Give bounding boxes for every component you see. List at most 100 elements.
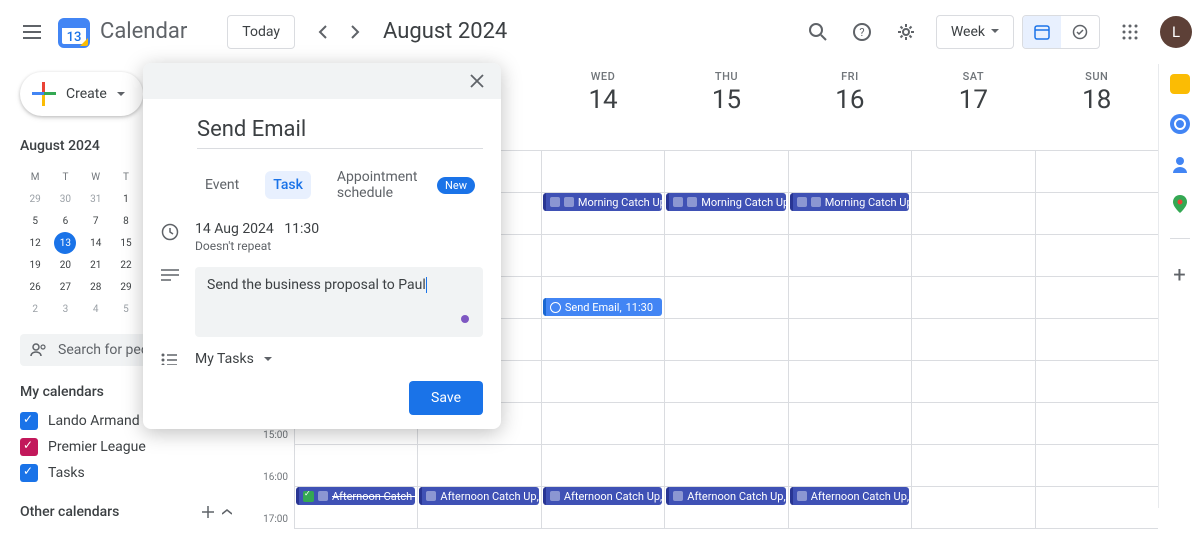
mini-day[interactable]: 27 bbox=[54, 276, 76, 298]
other-calendars-toggle[interactable]: Other calendars bbox=[20, 504, 232, 520]
mini-day[interactable]: 15 bbox=[115, 232, 137, 254]
mini-day[interactable]: 3 bbox=[54, 298, 76, 320]
tab-task[interactable]: Task bbox=[265, 171, 311, 199]
recurring-icon bbox=[811, 197, 821, 207]
prev-week-button[interactable] bbox=[307, 16, 339, 48]
account-avatar[interactable]: L bbox=[1160, 16, 1192, 48]
day-header[interactable]: SUN18 bbox=[1035, 64, 1158, 150]
mini-day[interactable]: 12 bbox=[24, 232, 46, 254]
mini-day[interactable]: 21 bbox=[85, 254, 107, 276]
day-header[interactable]: FRI16 bbox=[788, 64, 911, 150]
calendar-checkbox[interactable] bbox=[20, 412, 38, 430]
calendar-checkbox[interactable] bbox=[20, 464, 38, 482]
event-afternoon-catchup[interactable]: Afternoon Catch Up, 16 bbox=[790, 487, 909, 505]
mini-day[interactable]: 31 bbox=[85, 188, 107, 210]
addons-button[interactable]: + bbox=[1173, 263, 1185, 288]
mini-day[interactable]: 19 bbox=[24, 254, 46, 276]
keep-icon[interactable] bbox=[1170, 74, 1190, 94]
task-list-label: My Tasks bbox=[195, 351, 254, 367]
day-number: 15 bbox=[665, 85, 787, 115]
description-icon bbox=[161, 269, 181, 281]
mini-day[interactable]: 1 bbox=[115, 188, 137, 210]
day-column[interactable] bbox=[1035, 151, 1158, 529]
clock-icon bbox=[161, 223, 181, 241]
event-morning-catchup[interactable]: Morning Catch Up, 09 bbox=[543, 193, 662, 211]
view-label: Week bbox=[951, 24, 985, 40]
calendar-item[interactable]: Premier League bbox=[20, 434, 232, 460]
mini-day[interactable]: 5 bbox=[24, 210, 46, 232]
next-week-button[interactable] bbox=[339, 16, 371, 48]
event-afternoon-catchup[interactable]: Afternoon Catch Up, 16 bbox=[666, 487, 785, 505]
event-afternoon-catchup[interactable]: Afternoon Catch Up, 16 bbox=[543, 487, 662, 505]
tasks-panel-icon[interactable] bbox=[1170, 114, 1190, 134]
task-description-input[interactable]: Send the business proposal to Paul bbox=[195, 267, 483, 337]
day-header[interactable]: WED14 bbox=[541, 64, 664, 150]
mini-day[interactable]: 13 bbox=[54, 232, 76, 254]
today-button[interactable]: Today bbox=[227, 15, 295, 49]
mini-dow: T bbox=[111, 166, 141, 188]
event-label: Morning Catch Up, 09 bbox=[578, 196, 662, 209]
calendar-name: Premier League bbox=[48, 439, 146, 455]
datetime-field[interactable]: 14 Aug 2024 11:30 Doesn't repeat bbox=[195, 221, 319, 253]
event-label: Send Email, bbox=[565, 301, 622, 314]
task-title-input[interactable] bbox=[197, 113, 483, 149]
app-logo: 13 Calendar bbox=[56, 14, 187, 50]
search-button[interactable] bbox=[798, 12, 838, 52]
support-button[interactable]: ? bbox=[842, 12, 882, 52]
mini-day[interactable]: 29 bbox=[24, 188, 46, 210]
time-label: 17:00 bbox=[248, 514, 294, 556]
mini-day[interactable]: 7 bbox=[85, 210, 107, 232]
mini-day[interactable]: 6 bbox=[54, 210, 76, 232]
contacts-icon[interactable] bbox=[1170, 154, 1190, 174]
apps-button[interactable] bbox=[1110, 12, 1150, 52]
mini-dow: W bbox=[81, 166, 111, 188]
calendar-item[interactable]: Tasks bbox=[20, 460, 232, 486]
mini-day[interactable]: 28 bbox=[85, 276, 107, 298]
day-column[interactable]: Morning Catch Up, 09 Afternoon Catch Up, … bbox=[788, 151, 911, 529]
save-button[interactable]: Save bbox=[409, 381, 483, 415]
hamburger-icon bbox=[23, 25, 41, 39]
mini-day[interactable]: 8 bbox=[115, 210, 137, 232]
close-modal-button[interactable] bbox=[463, 67, 491, 95]
event-morning-catchup[interactable]: Morning Catch Up, 09 bbox=[790, 193, 909, 211]
day-header[interactable]: SAT17 bbox=[911, 64, 1034, 150]
day-column[interactable] bbox=[911, 151, 1034, 529]
mini-day[interactable]: 26 bbox=[24, 276, 46, 298]
day-of-week: SAT bbox=[912, 70, 1034, 83]
done-check-icon bbox=[303, 491, 314, 502]
mini-day[interactable]: 14 bbox=[85, 232, 107, 254]
view-selector[interactable]: Week bbox=[936, 15, 1014, 49]
tab-event[interactable]: Event bbox=[197, 171, 247, 199]
calendar-view-toggle[interactable] bbox=[1023, 16, 1061, 48]
grammar-indicator-icon bbox=[461, 315, 469, 323]
mini-day[interactable]: 30 bbox=[54, 188, 76, 210]
event-morning-catchup[interactable]: Morning Catch Up, 09 bbox=[666, 193, 785, 211]
mini-day[interactable]: 4 bbox=[85, 298, 107, 320]
tasks-view-toggle[interactable] bbox=[1061, 16, 1099, 48]
settings-button[interactable] bbox=[886, 12, 926, 52]
calendar-checkbox[interactable] bbox=[20, 438, 38, 456]
mini-day[interactable]: 5 bbox=[115, 298, 137, 320]
task-date: 14 Aug 2024 bbox=[195, 221, 274, 237]
event-afternoon-catchup[interactable]: Afternoon Catch Up, 16 bbox=[296, 487, 415, 505]
other-calendars-label: Other calendars bbox=[20, 504, 119, 520]
maps-icon[interactable] bbox=[1170, 194, 1190, 214]
mini-day[interactable]: 20 bbox=[54, 254, 76, 276]
main-menu-button[interactable] bbox=[8, 8, 56, 56]
mini-day[interactable]: 2 bbox=[24, 298, 46, 320]
video-icon bbox=[797, 491, 807, 501]
task-list-selector[interactable]: My Tasks bbox=[195, 351, 272, 367]
app-name: Calendar bbox=[100, 19, 187, 44]
day-column[interactable]: Morning Catch Up, 09 Afternoon Catch Up, … bbox=[664, 151, 787, 529]
side-panel: + bbox=[1158, 64, 1200, 508]
tab-appointment[interactable]: Appointment scheduleNew bbox=[329, 163, 483, 207]
day-header[interactable]: THU15 bbox=[664, 64, 787, 150]
event-send-email-task[interactable]: Send Email, 11:30 bbox=[543, 298, 662, 316]
mini-day[interactable]: 22 bbox=[115, 254, 137, 276]
mini-day[interactable]: 29 bbox=[115, 276, 137, 298]
day-column[interactable]: Morning Catch Up, 09 Afternoon Catch Up, … bbox=[541, 151, 664, 529]
create-button[interactable]: Create bbox=[20, 72, 143, 116]
people-icon bbox=[30, 343, 48, 357]
event-label: Morning Catch Up, 09 bbox=[825, 196, 909, 209]
event-afternoon-catchup[interactable]: Afternoon Catch Up, 16 bbox=[419, 487, 538, 505]
